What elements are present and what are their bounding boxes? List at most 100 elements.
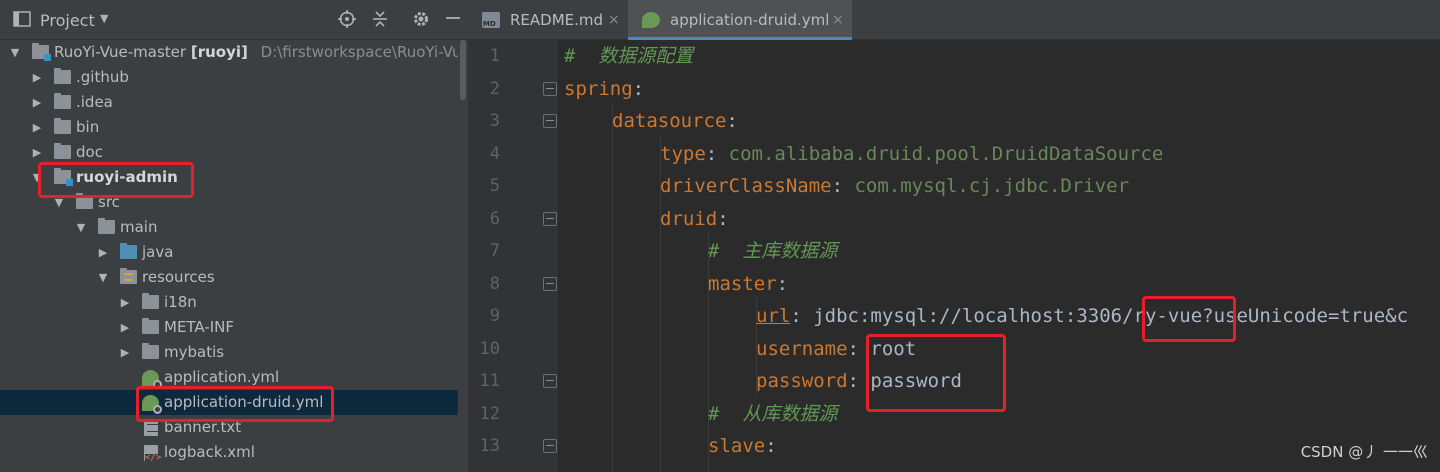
project-view-icon[interactable] bbox=[12, 10, 32, 30]
xml-file-icon: </> bbox=[144, 445, 162, 463]
code-line: druid: bbox=[660, 208, 729, 230]
spring-config-icon bbox=[642, 12, 660, 28]
folder-icon bbox=[142, 343, 159, 359]
line-number-gutter: 1 2 3 4 5 6 7 8 9 10 11 12 13 bbox=[468, 40, 558, 472]
collapse-all-icon[interactable] bbox=[370, 10, 390, 30]
code-line: slave: bbox=[708, 435, 777, 457]
tree-item-label: resources bbox=[142, 268, 215, 286]
fold-marker-icon[interactable] bbox=[543, 114, 557, 128]
line-number: 2 bbox=[489, 79, 500, 99]
tree-item-label: main bbox=[120, 218, 158, 236]
code-line: url: jdbc:mysql://localhost:3306/ry-vue?… bbox=[756, 305, 1409, 327]
scrollbar-thumb[interactable] bbox=[460, 40, 466, 100]
tree-item-java[interactable]: ▶ java bbox=[0, 240, 468, 265]
code-line: # 主库数据源 bbox=[708, 240, 838, 262]
expand-arrow-icon[interactable]: ▼ bbox=[96, 265, 110, 290]
expand-arrow-icon[interactable]: ▶ bbox=[118, 340, 132, 365]
folder-icon bbox=[98, 218, 115, 234]
highlight-box-credentials bbox=[866, 334, 1006, 412]
expand-arrow-icon[interactable]: ▶ bbox=[118, 290, 132, 315]
expand-arrow-icon[interactable]: ▶ bbox=[30, 115, 44, 140]
tree-item-label: java bbox=[142, 243, 174, 261]
editor-tab-bar: MD README.md × application-druid.yml × bbox=[468, 0, 1440, 40]
editor: MD README.md × application-druid.yml × 1… bbox=[468, 0, 1440, 472]
tree-item-idea[interactable]: ▶ .idea bbox=[0, 90, 468, 115]
code-line: # 从库数据源 bbox=[708, 403, 838, 425]
tree-item-mybatis[interactable]: ▶ mybatis bbox=[0, 340, 468, 365]
code-line: spring: bbox=[564, 78, 645, 100]
code-line: # 数据源配置 bbox=[564, 45, 694, 67]
folder-icon bbox=[142, 318, 159, 334]
tree-scrollbar[interactable] bbox=[458, 40, 468, 472]
line-number: 5 bbox=[489, 176, 500, 196]
module-name: [ruoyi] bbox=[190, 43, 248, 61]
line-number: 13 bbox=[479, 436, 500, 456]
highlight-box-ruoyi-admin bbox=[38, 162, 194, 198]
line-number: 11 bbox=[479, 371, 500, 391]
tree-item-i18n[interactable]: ▶ i18n bbox=[0, 290, 468, 315]
code-line: master: bbox=[708, 273, 789, 295]
folder-icon bbox=[54, 118, 71, 134]
tab-label: application-druid.yml bbox=[670, 11, 830, 29]
line-number: 1 bbox=[489, 46, 500, 66]
markdown-file-icon: MD bbox=[482, 12, 500, 28]
fold-marker-icon[interactable] bbox=[543, 212, 557, 226]
tab-application-druid[interactable]: application-druid.yml × bbox=[628, 0, 852, 40]
tree-item-github[interactable]: ▶ .github bbox=[0, 65, 468, 90]
fold-marker-icon[interactable] bbox=[543, 82, 557, 96]
tree-item-label: RuoYi-Vue-master bbox=[54, 43, 187, 61]
watermark: CSDN @丿 一一巛 bbox=[1300, 443, 1428, 461]
indent-guide bbox=[612, 102, 613, 472]
tree-item-logback-xml[interactable]: </> logback.xml bbox=[0, 440, 468, 465]
code-line: type: com.alibaba.druid.pool.DruidDataSo… bbox=[660, 143, 1164, 165]
chevron-down-icon[interactable]: ▼ bbox=[100, 12, 108, 25]
tree-item-bin[interactable]: ▶ bin bbox=[0, 115, 468, 140]
line-number: 7 bbox=[489, 241, 500, 261]
tab-readme[interactable]: MD README.md × bbox=[468, 0, 626, 40]
source-folder-icon bbox=[120, 243, 137, 259]
close-icon[interactable]: × bbox=[832, 0, 844, 40]
fold-marker-icon[interactable] bbox=[543, 439, 557, 453]
close-icon[interactable]: × bbox=[608, 0, 620, 40]
minimize-icon[interactable] bbox=[443, 10, 463, 30]
project-path: D:\firstworkspace\RuoYi-Vue-m bbox=[260, 43, 468, 61]
code-line: driverClassName: com.mysql.cj.jdbc.Drive… bbox=[660, 175, 1130, 197]
expand-arrow-icon[interactable]: ▼ bbox=[74, 215, 88, 240]
tree-item-resources[interactable]: ▼ resources bbox=[0, 265, 468, 290]
project-panel-header: Project ▼ bbox=[0, 0, 468, 40]
project-panel: Project ▼ ▼ RuoYi-Vue-master [ruoyi] D:\… bbox=[0, 0, 468, 472]
project-view-title[interactable]: Project bbox=[40, 11, 95, 30]
tree-item-label: mybatis bbox=[164, 343, 225, 361]
folder-icon bbox=[54, 93, 71, 109]
line-number: 9 bbox=[489, 306, 500, 326]
expand-arrow-icon[interactable]: ▼ bbox=[8, 40, 22, 65]
gear-icon[interactable] bbox=[411, 10, 431, 30]
line-number: 4 bbox=[489, 144, 500, 164]
tree-item-label: .idea bbox=[76, 93, 113, 111]
module-folder-icon bbox=[32, 43, 51, 61]
tree-item-main[interactable]: ▼ main bbox=[0, 215, 468, 240]
expand-arrow-icon[interactable]: ▶ bbox=[118, 315, 132, 340]
fold-marker-icon[interactable] bbox=[543, 277, 557, 291]
fold-marker-icon[interactable] bbox=[543, 374, 557, 388]
expand-arrow-icon[interactable]: ▶ bbox=[30, 65, 44, 90]
spring-config-icon bbox=[142, 370, 162, 389]
tree-item-meta-inf[interactable]: ▶ META-INF bbox=[0, 315, 468, 340]
locate-icon[interactable] bbox=[337, 10, 357, 30]
expand-arrow-icon[interactable]: ▶ bbox=[96, 240, 110, 265]
highlight-box-database-name bbox=[1142, 296, 1236, 342]
tree-item-label: META-INF bbox=[164, 318, 235, 336]
tree-item-label: .github bbox=[76, 68, 129, 86]
tree-item-root[interactable]: ▼ RuoYi-Vue-master [ruoyi] D:\firstworks… bbox=[0, 40, 468, 65]
expand-arrow-icon[interactable]: ▶ bbox=[30, 90, 44, 115]
tree-item-label: bin bbox=[76, 118, 100, 136]
line-number: 3 bbox=[489, 111, 500, 131]
tab-label: README.md bbox=[510, 11, 604, 29]
folder-icon bbox=[54, 68, 71, 84]
text-file-icon bbox=[144, 420, 158, 436]
line-number: 10 bbox=[479, 339, 500, 359]
folder-icon bbox=[142, 293, 159, 309]
tree-item-label: i18n bbox=[164, 293, 197, 311]
line-number: 12 bbox=[479, 404, 500, 424]
line-number: 6 bbox=[489, 209, 500, 229]
